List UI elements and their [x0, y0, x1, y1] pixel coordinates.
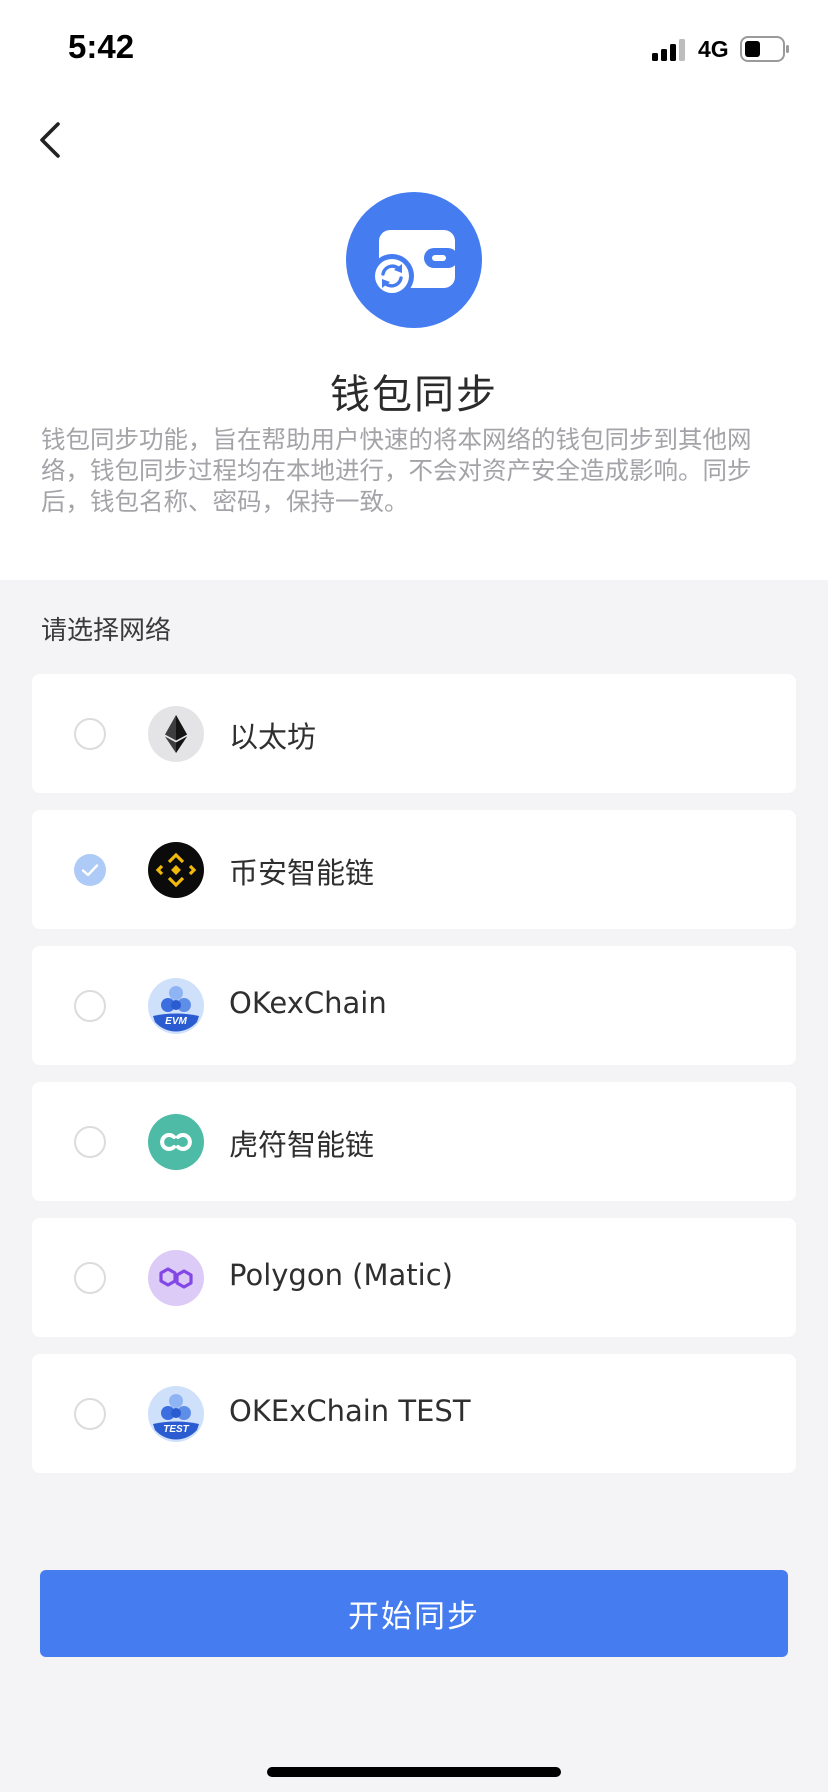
- svg-text:EVM: EVM: [165, 1016, 187, 1027]
- network-list: 以太坊 币安智能链 EVM OKexChain 虎符智能链 Polygon (M…: [32, 674, 796, 1490]
- checkmark-icon: [81, 864, 99, 877]
- start-sync-button[interactable]: 开始同步: [40, 1570, 788, 1657]
- network-name: 虎符智能链: [229, 1128, 375, 1162]
- wallet-sync-page: 5:42 4G 钱包同步 钱包同步功能，旨在帮助用户快速的将本网络的钱包同步到其…: [0, 0, 828, 1792]
- network-item-hoo[interactable]: 虎符智能链: [32, 1082, 796, 1201]
- wallet-sync-icon: [346, 192, 482, 328]
- status-time: 5:42: [68, 28, 135, 65]
- network-item-binance[interactable]: 币安智能链: [32, 810, 796, 929]
- okexchain-evm-icon: EVM: [148, 978, 204, 1034]
- chevron-left-icon: [40, 122, 60, 158]
- binance-icon: [148, 842, 204, 898]
- svg-text:TEST: TEST: [163, 1424, 189, 1435]
- radio-button[interactable]: [74, 990, 106, 1022]
- network-name: Polygon (Matic): [229, 1258, 453, 1292]
- status-bar: 5:42 4G: [0, 0, 828, 100]
- radio-button[interactable]: [74, 1398, 106, 1430]
- network-name: 币安智能链: [229, 856, 375, 890]
- hoo-icon: [148, 1114, 204, 1170]
- radio-button[interactable]: [74, 718, 106, 750]
- okexchain-test-icon: TEST: [148, 1386, 204, 1442]
- header-section: 5:42 4G 钱包同步 钱包同步功能，旨在帮助用户快速的将本网络的钱包同步到其…: [0, 0, 828, 580]
- network-item-okexchain-test[interactable]: TEST OKExChain TEST: [32, 1354, 796, 1473]
- radio-button[interactable]: [74, 1126, 106, 1158]
- page-description: 钱包同步功能，旨在帮助用户快速的将本网络的钱包同步到其他网络，钱包同步过程均在本…: [41, 425, 752, 516]
- network-name: OKexChain: [229, 986, 387, 1020]
- network-item-ethereum[interactable]: 以太坊: [32, 674, 796, 793]
- back-button[interactable]: [30, 110, 74, 170]
- network-item-polygon[interactable]: Polygon (Matic): [32, 1218, 796, 1337]
- radio-button[interactable]: [74, 1262, 106, 1294]
- network-type: 4G: [698, 36, 729, 62]
- polygon-icon: [148, 1250, 204, 1306]
- radio-button-checked[interactable]: [74, 854, 106, 886]
- network-name: 以太坊: [229, 720, 317, 754]
- signal-icon: [652, 39, 685, 61]
- network-item-okexchain[interactable]: EVM OKexChain: [32, 946, 796, 1065]
- select-network-label: 请选择网络: [41, 616, 172, 646]
- page-title: 钱包同步: [330, 372, 498, 418]
- battery-icon: [740, 36, 789, 62]
- network-name: OKExChain TEST: [229, 1394, 471, 1428]
- home-indicator: [267, 1767, 561, 1777]
- ethereum-icon: [148, 706, 204, 762]
